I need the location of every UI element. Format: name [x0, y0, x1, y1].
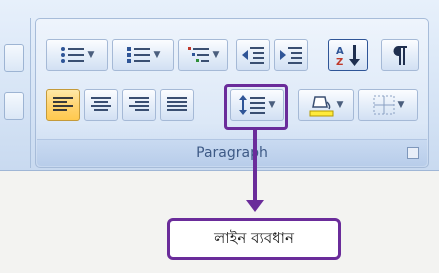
previous-group-button[interactable]: [4, 44, 24, 72]
shading-button[interactable]: ▼: [298, 89, 354, 121]
chevron-down-icon: ▼: [87, 50, 95, 60]
svg-text:Z: Z: [336, 57, 343, 67]
bullets-button[interactable]: ▼: [46, 39, 108, 71]
increase-indent-icon: [280, 47, 302, 64]
arrow-down-icon: [246, 200, 264, 212]
increase-indent-button[interactable]: [274, 39, 308, 71]
numbering-icon: [126, 47, 150, 63]
chevron-down-icon: ▼: [397, 100, 405, 110]
group-title: Paragraph: [196, 145, 268, 161]
borders-button[interactable]: ▼: [358, 89, 418, 121]
dialog-launcher-icon[interactable]: [407, 147, 419, 159]
pointer-arrow-line: [253, 129, 257, 202]
justify-icon: [167, 97, 187, 111]
justify-button[interactable]: [160, 89, 194, 121]
group-footer: Paragraph: [37, 139, 427, 166]
chevron-down-icon: ▼: [336, 100, 344, 110]
sort-az-icon: A Z: [336, 45, 360, 67]
align-right-button[interactable]: [122, 89, 156, 121]
borders-icon: [373, 95, 395, 115]
bullets-icon: [60, 47, 84, 63]
align-left-button[interactable]: [46, 89, 80, 121]
callout-label: লাইন ব্যবধান: [214, 228, 294, 247]
align-left-icon: [53, 97, 73, 111]
align-center-button[interactable]: [84, 89, 118, 121]
paint-bucket-icon: [309, 96, 334, 117]
line-spacing-highlight: [224, 84, 288, 130]
pilcrow-icon: [393, 46, 407, 65]
svg-text:A: A: [336, 46, 344, 57]
chevron-down-icon: ▼: [212, 50, 220, 60]
ribbon: ▼ ▼ ▼ A Z ▼ ▼ ▼ Paragraph: [0, 0, 439, 171]
show-formatting-button[interactable]: [381, 39, 419, 71]
multilevel-list-icon: [187, 47, 209, 62]
previous-group-edge: [0, 18, 31, 168]
chevron-down-icon: ▼: [153, 50, 161, 60]
align-center-icon: [91, 97, 111, 111]
decrease-indent-button[interactable]: [236, 39, 270, 71]
align-right-icon: [129, 97, 149, 111]
numbering-button[interactable]: ▼: [112, 39, 174, 71]
callout-box: লাইন ব্যবধান: [167, 218, 341, 260]
multilevel-list-button[interactable]: ▼: [178, 39, 228, 71]
previous-group-button[interactable]: [4, 92, 24, 120]
decrease-indent-icon: [242, 47, 264, 64]
sort-button[interactable]: A Z: [328, 39, 368, 71]
